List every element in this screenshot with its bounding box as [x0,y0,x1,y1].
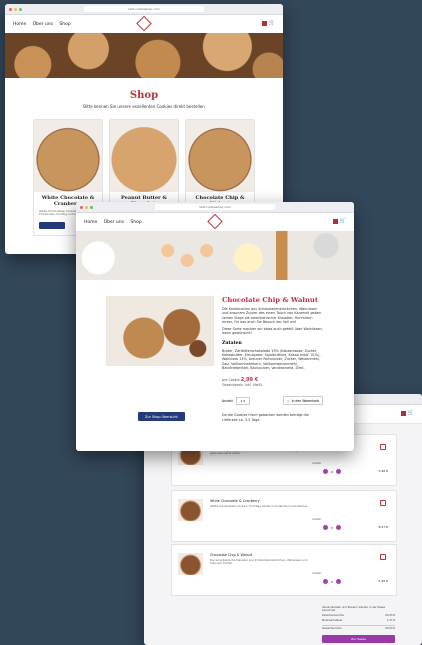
back-to-shop-button[interactable]: Zur Shop Übersicht [138,412,185,421]
site-nav: Home Über uns Shop 🛒 [5,15,283,33]
cart-icon[interactable]: 🛒 [340,219,346,224]
product-intro: Die Kombination aus Schokoladenstückchen… [222,307,322,324]
summary-row: Zwischensumme 20,93 € [322,614,395,618]
maximize-dot-icon[interactable] [19,7,22,11]
quantity-row: Anzahl 1 ▾ 🛒 In den Warenkorb [222,396,324,406]
nav-about[interactable]: Über uns [104,220,124,225]
plus-icon[interactable] [336,525,341,530]
cart-icon[interactable]: 🛒 [269,21,275,26]
item-title: Chocolate Chip & Walnut [210,553,253,557]
product-image [110,120,178,192]
address-bar[interactable]: test.cookieshop.com [155,204,275,210]
shipping-note: Da die Cookies frisch gebacken werden be… [222,413,309,422]
logo-icon[interactable] [207,213,223,230]
product-image [186,120,254,192]
qty-label: Anzahl [222,398,233,403]
browser-chrome: test.cookieshop.com [5,4,283,15]
product-image [106,296,214,366]
item-image [178,553,203,575]
qty-value: 3 [331,525,333,530]
item-price: 5,98 € [378,469,388,473]
minimize-dot-icon[interactable] [14,7,17,11]
cart-item: White Chocolate & Cranberry Weiße Schoko… [171,490,397,542]
site-nav: Home Über uns Shop 🛒 [76,213,354,231]
quantity-stepper: 3 [323,525,341,530]
page-title: Shop [129,90,159,101]
trash-icon[interactable] [380,554,386,560]
minus-icon[interactable] [323,469,329,474]
qty-value: 2 [331,579,333,584]
summary-note: Versandkosten und Steuern werden in der … [322,606,385,612]
minus-icon[interactable] [323,579,329,584]
close-dot-icon[interactable] [9,7,12,11]
ingredients-title: Zutaten [222,340,242,346]
minus-icon[interactable] [323,525,329,530]
hero-image [76,231,354,280]
price-line: pro Cookie 2,99 € Gesamtpreis: inkl. MwS… [222,377,263,388]
details-button[interactable] [39,221,65,229]
language-flag-icon[interactable] [332,219,338,224]
nav-home[interactable]: Home [84,220,97,225]
quantity-select[interactable]: 1 ▾ [235,396,250,405]
add-to-cart-button[interactable]: 🛒 In den Warenkorb [282,396,323,406]
quantity-stepper: 2 [323,469,341,474]
summary-row-total: Gesamtsumme 20,93 € [322,624,395,630]
trash-icon[interactable] [380,500,386,506]
product-window: test.cookieshop.com Home Über uns Shop 🛒… [76,202,354,451]
item-image [178,499,203,521]
qty-label: Anzahl [312,462,321,465]
address-bar[interactable]: test.cookieshop.com [84,6,204,12]
product-note: Diese Sorte machen wir bloss auch geteil… [222,327,323,336]
summary-row: Mehrwertsteuer 1,37 € [322,619,395,623]
cart-item: Chocolate Chip & Walnut Der amerikanisch… [171,544,397,596]
maximize-dot-icon[interactable] [90,205,93,209]
nav-about[interactable]: Über uns [33,22,53,27]
browser-chrome: test.cookieshop.com [76,202,354,213]
item-desc: Der amerikanische Klassiker aus Schokola… [210,558,308,566]
page-subtitle: Bitte kennen Sie unsere exzellenten Cook… [83,104,205,109]
product-title: Chocolate Chip & Walnut [222,296,318,304]
ingredients-text: Butter, Zartbitterschokolade 19% (Kakaom… [222,348,321,370]
item-price: 5,98 € [378,579,388,583]
item-title: White Chocolate & Cranberry [210,499,260,503]
logo-icon[interactable] [136,15,152,32]
product-detail: Chocolate Chip & Walnut Die Kombination … [76,280,354,422]
product-image [34,120,102,192]
quantity-stepper: 2 [323,579,341,584]
close-dot-icon[interactable] [80,205,83,209]
qty-label: Anzahl [312,518,321,521]
item-desc: Weiße Schokoladen-Chunks, fruchtige Vani… [210,504,309,508]
minimize-dot-icon[interactable] [85,205,88,209]
hero-image [5,33,283,78]
nav-shop[interactable]: Shop [59,22,70,27]
language-flag-icon[interactable] [400,411,406,416]
qty-value: 2 [331,469,333,474]
nav-shop[interactable]: Shop [130,220,141,225]
checkout-button[interactable]: Zur Kasse [322,635,395,644]
cart-icon: 🛒 [286,398,291,403]
plus-icon[interactable] [336,579,341,584]
cart-icon[interactable]: 🛒 [408,411,414,416]
order-summary: Versandkosten und Steuern werden in der … [322,606,395,644]
language-flag-icon[interactable] [261,21,267,26]
nav-home[interactable]: Home [13,22,26,27]
trash-icon[interactable] [380,444,386,450]
plus-icon[interactable] [336,469,341,474]
qty-label: Anzahl [312,572,321,575]
price-subtext: Gesamtpreis: inkl. MwSt. [222,383,263,388]
item-price: 8,97 € [378,525,388,529]
